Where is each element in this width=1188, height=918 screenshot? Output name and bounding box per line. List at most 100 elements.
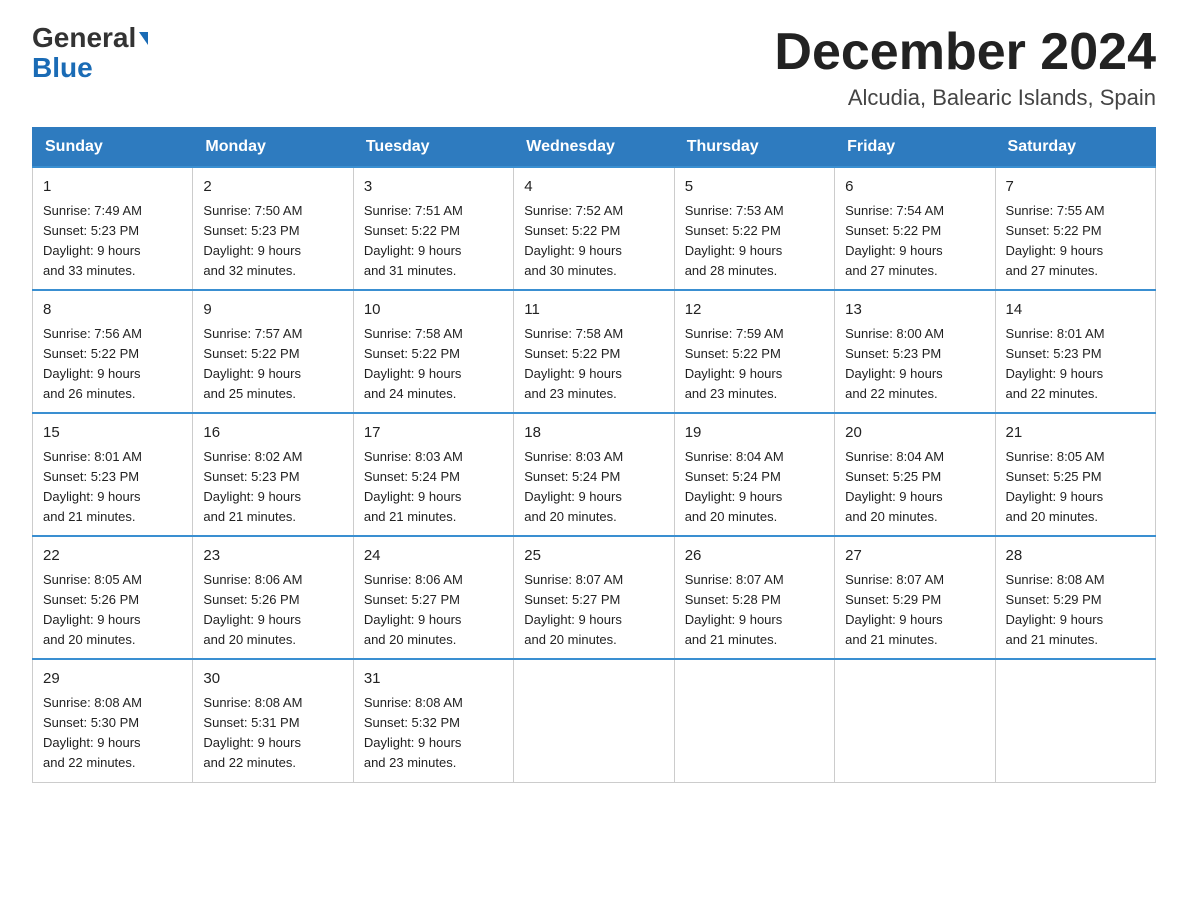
header-friday: Friday xyxy=(835,128,995,168)
logo-line2: Blue xyxy=(32,54,93,82)
day-info: Sunrise: 8:05 AMSunset: 5:26 PMDaylight:… xyxy=(43,570,182,651)
day-number: 10 xyxy=(364,299,503,322)
day-number: 23 xyxy=(203,545,342,568)
day-info: Sunrise: 7:58 AMSunset: 5:22 PMDaylight:… xyxy=(524,324,663,405)
day-number: 24 xyxy=(364,545,503,568)
week-row-2: 8Sunrise: 7:56 AMSunset: 5:22 PMDaylight… xyxy=(33,290,1156,413)
calendar-cell: 23Sunrise: 8:06 AMSunset: 5:26 PMDayligh… xyxy=(193,536,353,659)
day-info: Sunrise: 7:53 AMSunset: 5:22 PMDaylight:… xyxy=(685,201,824,282)
day-info: Sunrise: 7:55 AMSunset: 5:22 PMDaylight:… xyxy=(1006,201,1145,282)
day-info: Sunrise: 8:07 AMSunset: 5:27 PMDaylight:… xyxy=(524,570,663,651)
calendar-header-row: SundayMondayTuesdayWednesdayThursdayFrid… xyxy=(33,128,1156,168)
day-number: 8 xyxy=(43,299,182,322)
day-number: 28 xyxy=(1006,545,1145,568)
day-number: 27 xyxy=(845,545,984,568)
calendar-cell: 13Sunrise: 8:00 AMSunset: 5:23 PMDayligh… xyxy=(835,290,995,413)
day-number: 3 xyxy=(364,176,503,199)
day-number: 12 xyxy=(685,299,824,322)
day-info: Sunrise: 8:05 AMSunset: 5:25 PMDaylight:… xyxy=(1006,447,1145,528)
day-info: Sunrise: 8:08 AMSunset: 5:31 PMDaylight:… xyxy=(203,693,342,774)
day-number: 26 xyxy=(685,545,824,568)
day-info: Sunrise: 8:08 AMSunset: 5:32 PMDaylight:… xyxy=(364,693,503,774)
calendar-cell: 26Sunrise: 8:07 AMSunset: 5:28 PMDayligh… xyxy=(674,536,834,659)
logo: General Blue xyxy=(32,24,148,82)
day-number: 29 xyxy=(43,668,182,691)
day-number: 30 xyxy=(203,668,342,691)
calendar-cell: 27Sunrise: 8:07 AMSunset: 5:29 PMDayligh… xyxy=(835,536,995,659)
day-info: Sunrise: 8:02 AMSunset: 5:23 PMDaylight:… xyxy=(203,447,342,528)
week-row-3: 15Sunrise: 8:01 AMSunset: 5:23 PMDayligh… xyxy=(33,413,1156,536)
week-row-5: 29Sunrise: 8:08 AMSunset: 5:30 PMDayligh… xyxy=(33,659,1156,782)
day-info: Sunrise: 7:57 AMSunset: 5:22 PMDaylight:… xyxy=(203,324,342,405)
day-number: 25 xyxy=(524,545,663,568)
calendar-cell: 1Sunrise: 7:49 AMSunset: 5:23 PMDaylight… xyxy=(33,167,193,290)
day-number: 20 xyxy=(845,422,984,445)
header-monday: Monday xyxy=(193,128,353,168)
day-number: 13 xyxy=(845,299,984,322)
logo-line1: General xyxy=(32,24,148,52)
page-header: General Blue December 2024 Alcudia, Bale… xyxy=(32,24,1156,111)
day-info: Sunrise: 7:52 AMSunset: 5:22 PMDaylight:… xyxy=(524,201,663,282)
day-info: Sunrise: 8:04 AMSunset: 5:25 PMDaylight:… xyxy=(845,447,984,528)
calendar-cell: 8Sunrise: 7:56 AMSunset: 5:22 PMDaylight… xyxy=(33,290,193,413)
day-info: Sunrise: 7:56 AMSunset: 5:22 PMDaylight:… xyxy=(43,324,182,405)
header-thursday: Thursday xyxy=(674,128,834,168)
calendar-cell xyxy=(995,659,1155,782)
day-number: 1 xyxy=(43,176,182,199)
calendar-cell: 18Sunrise: 8:03 AMSunset: 5:24 PMDayligh… xyxy=(514,413,674,536)
day-info: Sunrise: 8:01 AMSunset: 5:23 PMDaylight:… xyxy=(43,447,182,528)
calendar-cell: 4Sunrise: 7:52 AMSunset: 5:22 PMDaylight… xyxy=(514,167,674,290)
month-title: December 2024 xyxy=(774,24,1156,81)
day-info: Sunrise: 8:01 AMSunset: 5:23 PMDaylight:… xyxy=(1006,324,1145,405)
calendar-cell: 31Sunrise: 8:08 AMSunset: 5:32 PMDayligh… xyxy=(353,659,513,782)
calendar-cell: 30Sunrise: 8:08 AMSunset: 5:31 PMDayligh… xyxy=(193,659,353,782)
day-number: 4 xyxy=(524,176,663,199)
day-number: 2 xyxy=(203,176,342,199)
header-tuesday: Tuesday xyxy=(353,128,513,168)
day-info: Sunrise: 8:06 AMSunset: 5:27 PMDaylight:… xyxy=(364,570,503,651)
day-info: Sunrise: 8:04 AMSunset: 5:24 PMDaylight:… xyxy=(685,447,824,528)
calendar-cell: 2Sunrise: 7:50 AMSunset: 5:23 PMDaylight… xyxy=(193,167,353,290)
day-number: 5 xyxy=(685,176,824,199)
day-number: 15 xyxy=(43,422,182,445)
week-row-4: 22Sunrise: 8:05 AMSunset: 5:26 PMDayligh… xyxy=(33,536,1156,659)
day-info: Sunrise: 7:54 AMSunset: 5:22 PMDaylight:… xyxy=(845,201,984,282)
day-number: 11 xyxy=(524,299,663,322)
day-number: 21 xyxy=(1006,422,1145,445)
calendar-cell: 25Sunrise: 8:07 AMSunset: 5:27 PMDayligh… xyxy=(514,536,674,659)
day-info: Sunrise: 8:03 AMSunset: 5:24 PMDaylight:… xyxy=(364,447,503,528)
title-area: December 2024 Alcudia, Balearic Islands,… xyxy=(774,24,1156,111)
week-row-1: 1Sunrise: 7:49 AMSunset: 5:23 PMDaylight… xyxy=(33,167,1156,290)
calendar-cell: 12Sunrise: 7:59 AMSunset: 5:22 PMDayligh… xyxy=(674,290,834,413)
day-number: 16 xyxy=(203,422,342,445)
header-saturday: Saturday xyxy=(995,128,1155,168)
day-info: Sunrise: 8:03 AMSunset: 5:24 PMDaylight:… xyxy=(524,447,663,528)
day-number: 22 xyxy=(43,545,182,568)
calendar-cell: 28Sunrise: 8:08 AMSunset: 5:29 PMDayligh… xyxy=(995,536,1155,659)
calendar-cell: 19Sunrise: 8:04 AMSunset: 5:24 PMDayligh… xyxy=(674,413,834,536)
calendar-cell: 17Sunrise: 8:03 AMSunset: 5:24 PMDayligh… xyxy=(353,413,513,536)
day-info: Sunrise: 8:00 AMSunset: 5:23 PMDaylight:… xyxy=(845,324,984,405)
header-sunday: Sunday xyxy=(33,128,193,168)
calendar-cell: 6Sunrise: 7:54 AMSunset: 5:22 PMDaylight… xyxy=(835,167,995,290)
day-info: Sunrise: 8:08 AMSunset: 5:30 PMDaylight:… xyxy=(43,693,182,774)
calendar-table: SundayMondayTuesdayWednesdayThursdayFrid… xyxy=(32,127,1156,782)
header-wednesday: Wednesday xyxy=(514,128,674,168)
calendar-cell xyxy=(674,659,834,782)
day-number: 9 xyxy=(203,299,342,322)
day-number: 7 xyxy=(1006,176,1145,199)
calendar-cell: 9Sunrise: 7:57 AMSunset: 5:22 PMDaylight… xyxy=(193,290,353,413)
calendar-cell: 7Sunrise: 7:55 AMSunset: 5:22 PMDaylight… xyxy=(995,167,1155,290)
day-info: Sunrise: 7:50 AMSunset: 5:23 PMDaylight:… xyxy=(203,201,342,282)
calendar-cell: 3Sunrise: 7:51 AMSunset: 5:22 PMDaylight… xyxy=(353,167,513,290)
day-info: Sunrise: 7:51 AMSunset: 5:22 PMDaylight:… xyxy=(364,201,503,282)
day-info: Sunrise: 7:49 AMSunset: 5:23 PMDaylight:… xyxy=(43,201,182,282)
calendar-cell: 21Sunrise: 8:05 AMSunset: 5:25 PMDayligh… xyxy=(995,413,1155,536)
day-number: 17 xyxy=(364,422,503,445)
calendar-cell: 29Sunrise: 8:08 AMSunset: 5:30 PMDayligh… xyxy=(33,659,193,782)
calendar-cell: 16Sunrise: 8:02 AMSunset: 5:23 PMDayligh… xyxy=(193,413,353,536)
calendar-cell: 14Sunrise: 8:01 AMSunset: 5:23 PMDayligh… xyxy=(995,290,1155,413)
day-info: Sunrise: 7:58 AMSunset: 5:22 PMDaylight:… xyxy=(364,324,503,405)
location-title: Alcudia, Balearic Islands, Spain xyxy=(774,85,1156,111)
day-info: Sunrise: 8:07 AMSunset: 5:29 PMDaylight:… xyxy=(845,570,984,651)
